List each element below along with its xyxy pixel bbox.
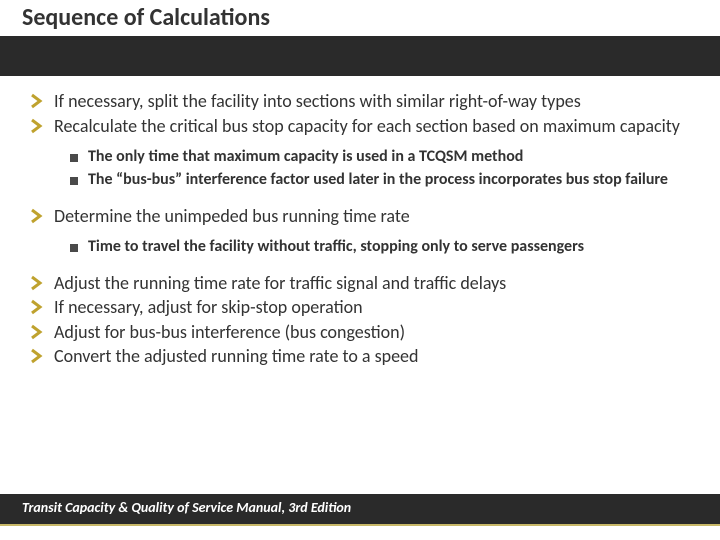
- sub-bullet-text: Time to travel the facility without traf…: [88, 237, 584, 258]
- square-bullet-icon: [70, 177, 78, 185]
- title-bar: Sequence of Calculations: [0, 0, 720, 76]
- list-item: Convert the adjusted running time rate t…: [30, 345, 690, 368]
- slide-title: Sequence of Calculations: [22, 3, 270, 32]
- list-item: If necessary, split the facility into se…: [30, 90, 690, 113]
- bullet-text: Adjust for bus-bus interference (bus con…: [54, 321, 405, 344]
- square-bullet-icon: [70, 244, 78, 252]
- list-item: The “bus-bus” interference factor used l…: [70, 170, 690, 191]
- list-item: Adjust for bus-bus interference (bus con…: [30, 321, 690, 344]
- list-item: Time to travel the facility without traf…: [70, 237, 690, 258]
- list-item: The only time that maximum capacity is u…: [70, 147, 690, 168]
- chevron-icon: [30, 118, 48, 134]
- list-item: Determine the unimpeded bus running time…: [30, 205, 690, 228]
- bullet-text: Determine the unimpeded bus running time…: [54, 205, 410, 228]
- square-bullet-icon: [70, 154, 78, 162]
- bullet-text: Convert the adjusted running time rate t…: [54, 345, 418, 368]
- chevron-icon: [30, 93, 48, 109]
- bullet-text: Adjust the running time rate for traffic…: [54, 272, 506, 295]
- footer-text: Transit Capacity & Quality of Service Ma…: [22, 499, 351, 516]
- content-area: If necessary, split the facility into se…: [30, 88, 690, 370]
- slide: Sequence of Calculations If necessary, s…: [0, 0, 720, 540]
- sub-bullet-text: The only time that maximum capacity is u…: [88, 147, 523, 168]
- list-item: Adjust the running time rate for traffic…: [30, 272, 690, 295]
- chevron-icon: [30, 208, 48, 224]
- chevron-icon: [30, 299, 48, 315]
- chevron-icon: [30, 324, 48, 340]
- bullet-text: If necessary, adjust for skip-stop opera…: [54, 296, 363, 319]
- chevron-icon: [30, 348, 48, 364]
- list-item: If necessary, adjust for skip-stop opera…: [30, 296, 690, 319]
- chevron-icon: [30, 275, 48, 291]
- sub-bullet-text: The “bus-bus” interference factor used l…: [88, 170, 668, 191]
- bullet-text: If necessary, split the facility into se…: [54, 90, 581, 113]
- footer-bar: Transit Capacity & Quality of Service Ma…: [0, 494, 720, 540]
- bullet-text: Recalculate the critical bus stop capaci…: [54, 115, 680, 138]
- list-item: Recalculate the critical bus stop capaci…: [30, 115, 690, 138]
